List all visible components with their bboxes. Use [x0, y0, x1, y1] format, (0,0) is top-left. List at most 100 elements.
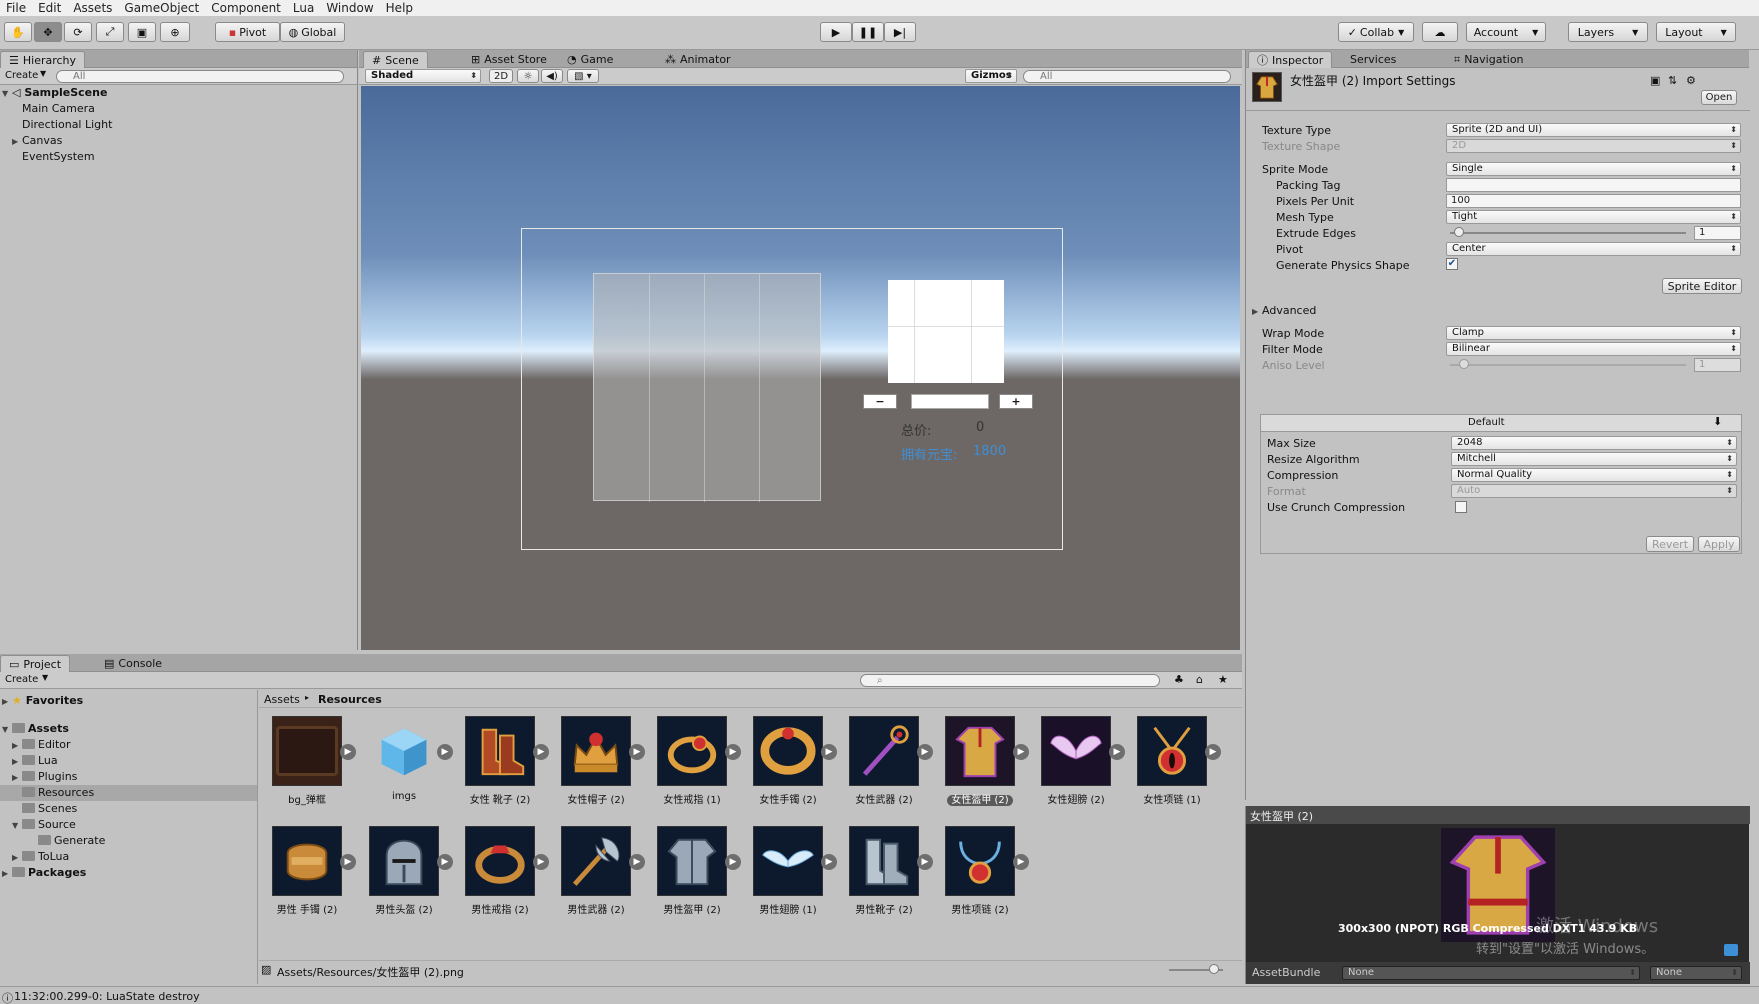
menu-lua[interactable]: Lua [287, 1, 320, 15]
expand-arrow-icon[interactable]: ▶ [533, 854, 549, 870]
revert-button[interactable]: Revert [1646, 536, 1694, 552]
ppu-field[interactable]: 100 [1446, 194, 1741, 208]
expand-arrow-icon[interactable]: ▶ [437, 854, 453, 870]
crunch-compression-checkbox[interactable] [1455, 501, 1467, 513]
asset-item[interactable]: ▶ 男性靴子 (2) [839, 826, 933, 922]
folder-editor[interactable]: ▶ Editor [12, 738, 71, 751]
asset-item[interactable]: ▶ 女性武器 (2) [839, 716, 933, 812]
asset-item[interactable]: ▶ 男性项链 (2) [935, 826, 1029, 922]
extrude-slider-handle[interactable] [1454, 227, 1464, 237]
move-tool-button[interactable]: ✥ [34, 22, 62, 42]
asset-item[interactable]: ▶ 女性戒指 (1) [647, 716, 741, 812]
resize-algorithm-dropdown[interactable]: Mitchell [1451, 452, 1737, 466]
asset-item[interactable]: ▶ 女性 靴子 (2) [455, 716, 549, 812]
folder-generate[interactable]: Generate [38, 834, 105, 847]
hierarchy-search-input[interactable]: All [56, 70, 344, 83]
filter-mode-dropdown[interactable]: Bilinear [1446, 342, 1741, 356]
packages-item[interactable]: ▶ Packages [2, 866, 86, 879]
platform-tab[interactable]: Default ⬇ [1261, 415, 1741, 432]
quantity-input[interactable] [911, 394, 989, 409]
play-button[interactable]: ▶ [820, 22, 852, 42]
asset-item[interactable]: ▶ 男性戒指 (2) [455, 826, 549, 922]
hierarchy-item-canvas[interactable]: ▶ Canvas [12, 134, 62, 147]
expand-arrow-icon[interactable]: ▶ [12, 137, 22, 146]
asset-item[interactable]: ▶ 男性头盔 (2) [359, 826, 453, 922]
scene-root[interactable]: ▼ ◁ SampleScene [2, 86, 107, 99]
hierarchy-item-main-camera[interactable]: Main Camera [22, 102, 95, 115]
folder-scenes[interactable]: Scenes [22, 802, 77, 815]
expand-arrow-icon[interactable]: ▶ [917, 854, 933, 870]
menu-file[interactable]: File [0, 1, 32, 15]
effects-dropdown[interactable]: ▧ ▾ [567, 69, 599, 83]
layout-dropdown[interactable]: Layout ▼ [1656, 22, 1736, 42]
expand-arrow-icon[interactable]: ▶ [437, 744, 453, 760]
expand-arrow-icon[interactable]: ▶ [821, 854, 837, 870]
tab-scene[interactable]: # Scene [363, 51, 428, 68]
lighting-toggle[interactable]: ☼ [517, 69, 539, 83]
folder-tolua[interactable]: ▶ ToLua [12, 850, 69, 863]
scene-search-input[interactable]: All [1023, 70, 1231, 83]
tab-inspector[interactable]: ⓘ Inspector [1248, 51, 1333, 68]
star-icon[interactable]: ★ [1218, 673, 1228, 686]
menu-help[interactable]: Help [380, 1, 419, 15]
expand-arrow-icon[interactable]: ▶ [1205, 744, 1221, 760]
project-search-input[interactable]: ⌕ [860, 674, 1160, 687]
extrude-field[interactable]: 1 [1694, 226, 1741, 240]
status-message[interactable]: 11:32:00.299-0: LuaState destroy [14, 990, 200, 1003]
audio-toggle[interactable]: ◀) [541, 69, 563, 83]
sprite-editor-button[interactable]: Sprite Editor [1662, 278, 1742, 294]
menu-window[interactable]: Window [320, 1, 379, 15]
texture-type-dropdown[interactable]: Sprite (2D and UI) [1446, 123, 1741, 137]
packing-tag-field[interactable] [1446, 178, 1741, 192]
menu-assets[interactable]: Assets [67, 1, 118, 15]
tag-icon[interactable] [1724, 944, 1738, 956]
hierarchy-create-button[interactable]: Create [5, 70, 38, 81]
filter-label-icon[interactable]: ⌂ [1196, 673, 1203, 686]
asset-item[interactable]: ▶ bg_弹框 [262, 716, 356, 812]
gear-icon[interactable]: ⚙ [1686, 74, 1696, 87]
asset-item[interactable]: ▶ 女性手镯 (2) [743, 716, 837, 812]
item-image[interactable] [888, 280, 1004, 383]
scene-viewport[interactable]: − + 总价: 0 拥有元宝: 1800 [361, 86, 1240, 650]
favorites-item[interactable]: ▶ ★ Favorites [2, 694, 83, 707]
help-icon[interactable]: ▣ [1650, 74, 1660, 87]
open-button[interactable]: Open [1701, 90, 1737, 105]
step-button[interactable]: ▶| [884, 22, 916, 42]
asset-item[interactable]: ▶ 女性帽子 (2) [551, 716, 645, 812]
expand-arrow-icon[interactable]: ▶ [533, 744, 549, 760]
tab-animator[interactable]: ⁂ Animator [657, 51, 739, 68]
hierarchy-item-eventsystem[interactable]: EventSystem [22, 150, 95, 163]
expand-arrow-icon[interactable]: ▶ [629, 854, 645, 870]
tab-console[interactable]: ▤ Console [96, 655, 170, 672]
pivot-dropdown[interactable]: Center [1446, 242, 1741, 256]
menu-gameobject[interactable]: GameObject [118, 1, 205, 15]
breadcrumb-assets[interactable]: Assets [264, 693, 300, 706]
zoom-slider-handle[interactable] [1209, 964, 1219, 974]
expand-arrow-icon[interactable]: ▶ [917, 744, 933, 760]
menu-component[interactable]: Component [205, 1, 287, 15]
gizmos-dropdown[interactable]: Gizmos [965, 69, 1017, 83]
expand-arrow-icon[interactable]: ▶ [1109, 744, 1125, 760]
advanced-foldout[interactable]: ▶ Advanced [1252, 304, 1316, 317]
folder-lua[interactable]: ▶ Lua [12, 754, 58, 767]
mode-2d-toggle[interactable]: 2D [489, 69, 513, 83]
preset-icon[interactable]: ⇅ [1668, 74, 1677, 87]
filter-type-icon[interactable]: ♣ [1174, 673, 1184, 686]
expand-arrow-icon[interactable]: ▶ [821, 744, 837, 760]
physics-shape-checkbox[interactable]: ✔ [1446, 258, 1458, 270]
folder-source[interactable]: ▼ Source [12, 818, 76, 831]
transform-tool-button[interactable]: ⊕ [160, 22, 190, 42]
bag-panel[interactable] [593, 273, 821, 502]
folder-plugins[interactable]: ▶ Plugins [12, 770, 77, 783]
asset-item[interactable]: ▶ 男性盔甲 (2) [647, 826, 741, 922]
breadcrumb-resources[interactable]: Resources [318, 693, 382, 706]
scale-tool-button[interactable]: ⤢ [96, 22, 124, 42]
compression-dropdown[interactable]: Normal Quality [1451, 468, 1737, 482]
sprite-mode-dropdown[interactable]: Single [1446, 162, 1741, 176]
assetbundle-variant-dropdown[interactable]: None [1650, 966, 1742, 980]
tab-hierarchy[interactable]: ☰ Hierarchy [0, 51, 86, 68]
menu-edit[interactable]: Edit [32, 1, 67, 15]
folder-resources[interactable]: Resources [22, 786, 94, 799]
shading-dropdown[interactable]: Shaded [365, 69, 481, 83]
max-size-dropdown[interactable]: 2048 [1451, 436, 1737, 450]
